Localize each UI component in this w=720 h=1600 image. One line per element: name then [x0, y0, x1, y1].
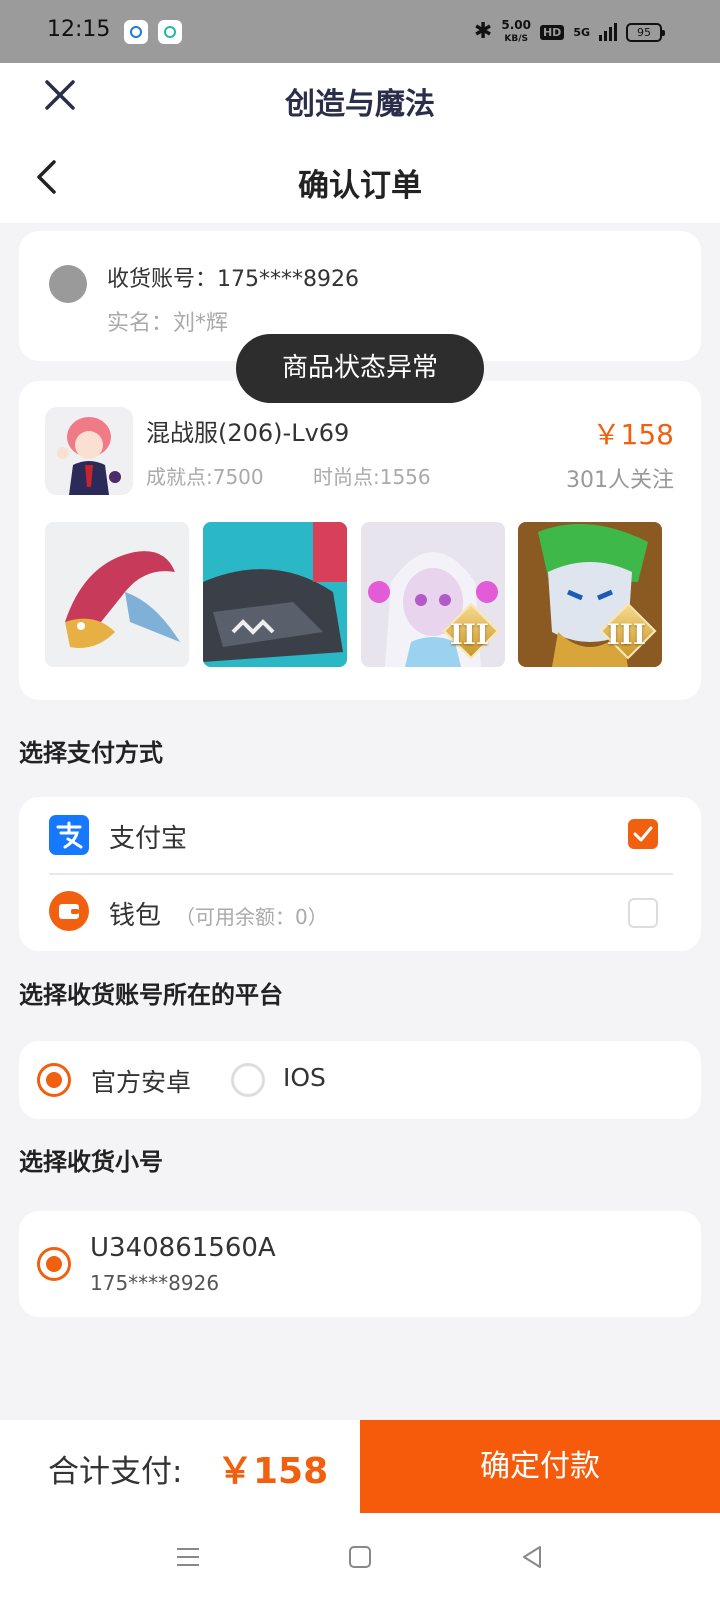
payment-section-title: 选择支付方式: [19, 739, 163, 767]
platform-card: 官方安卓 IOS: [19, 1041, 701, 1119]
total-value: ￥158: [217, 1451, 329, 1492]
status-bar: 12:15 ✱ 5.00 KB/S HD 5G 95: [0, 0, 720, 63]
sub-account-radio[interactable]: [37, 1247, 71, 1281]
platform-radio-android[interactable]: [37, 1063, 71, 1097]
payment-option-label: 钱包 （可用余额：0）: [109, 901, 328, 931]
product-name: 混战服(206)-Lv69: [146, 419, 350, 447]
achievement-points: 成就点:7500: [146, 465, 264, 489]
skin-image-lion-warrior[interactable]: III: [518, 522, 662, 667]
back-nav-icon[interactable]: [518, 1543, 546, 1571]
wallet-balance: （可用余额：0）: [175, 905, 328, 929]
home-icon[interactable]: [346, 1543, 374, 1571]
product-card[interactable]: 混战服(206)-Lv69 ￥158 成就点:7500 时尚点:1556 301…: [19, 381, 701, 700]
sub-account-card[interactable]: U340861560A 175****8926: [19, 1211, 701, 1317]
system-nav-bar: [0, 1513, 720, 1600]
sub-account-id: U340861560A: [90, 1233, 276, 1263]
platform-radio-ios[interactable]: [231, 1063, 265, 1097]
payment-option-wallet[interactable]: 钱包 （可用余额：0）: [19, 875, 701, 951]
alipay-icon: [49, 815, 89, 855]
payment-option-alipay[interactable]: 支付宝: [19, 797, 701, 873]
platform-label-android[interactable]: 官方安卓: [91, 1063, 191, 1099]
menu-icon[interactable]: [174, 1543, 202, 1571]
skin-image-mech-beast[interactable]: [203, 522, 347, 667]
app-title: 创造与魔法: [285, 87, 435, 122]
platform-label-ios[interactable]: IOS: [283, 1063, 326, 1092]
header: 创造与魔法 确认订单: [0, 63, 720, 223]
signal-icon: [599, 23, 617, 41]
real-name: 实名：刘*辉: [107, 311, 229, 336]
battery-icon: 95: [626, 22, 665, 42]
network-type: 5G: [573, 25, 590, 39]
receiving-account: 收货账号：175****8926: [107, 267, 359, 292]
sub-account-phone: 175****8926: [90, 1271, 220, 1295]
product-thumbnail: [45, 407, 133, 495]
notification-app-icon-2: [158, 20, 182, 44]
payment-option-label: 支付宝: [109, 824, 188, 854]
avatar: [49, 265, 87, 303]
wallet-icon: [49, 891, 89, 931]
status-time: 12:15: [47, 17, 111, 42]
fashion-points: 时尚点:1556: [313, 465, 431, 489]
checkout-bar: 合计支付: ￥158 确定付款: [0, 1420, 720, 1513]
rank-badge-label: III: [449, 618, 489, 651]
hd-icon: HD: [539, 24, 565, 40]
sub-account-section-title: 选择收货小号: [19, 1148, 163, 1176]
payment-method-card: 支付宝 钱包 （可用余额：0）: [19, 797, 701, 951]
notification-app-icon: [124, 20, 148, 44]
network-speed: 5.00 KB/S: [501, 18, 531, 44]
rank-badge-label: III: [606, 618, 646, 651]
wallet-checkbox[interactable]: [628, 898, 658, 928]
product-price: ￥158: [592, 418, 674, 451]
bluetooth-icon: ✱: [473, 19, 493, 44]
platform-section-title: 选择收货账号所在的平台: [19, 981, 283, 1009]
skin-image-dragon[interactable]: [45, 522, 189, 667]
total-label: 合计支付:: [48, 1454, 183, 1490]
confirm-payment-button[interactable]: 确定付款: [360, 1420, 720, 1513]
skin-image-spirit-girl[interactable]: III: [361, 522, 505, 667]
alipay-checkbox[interactable]: [628, 819, 658, 849]
follower-count: 301人关注: [566, 468, 674, 493]
page-title: 确认订单: [298, 168, 422, 204]
toast-message: 商品状态异常: [236, 334, 484, 403]
